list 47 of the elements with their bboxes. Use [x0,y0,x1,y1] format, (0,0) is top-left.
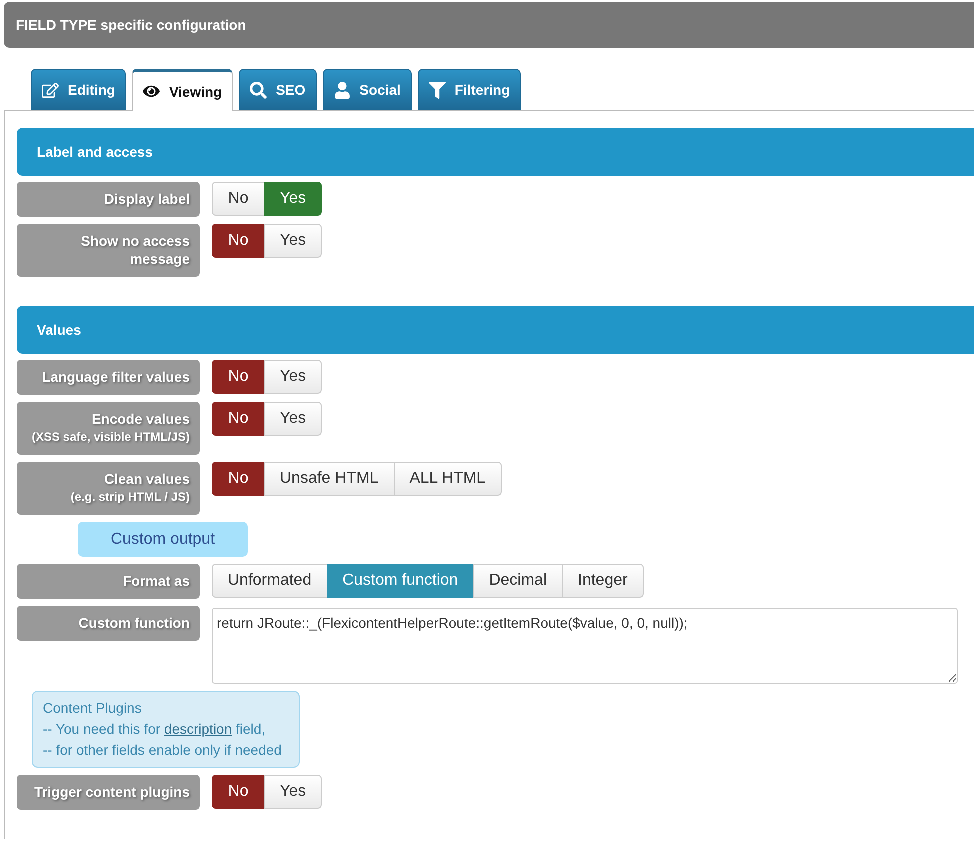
tab[interactable]: Filtering [418,69,522,110]
label-hint: (e.g. strip HTML / JS) [70,489,190,506]
label-text: Trigger content plugins [34,784,190,800]
label-text: Language filter values [42,369,190,385]
info-title: Content Plugins [43,699,143,718]
option-button[interactable]: Yes [264,224,322,258]
option-button[interactable]: Yes [264,182,322,216]
search-icon [250,82,268,98]
option-button[interactable]: Custom function [326,564,474,598]
field-label: Custom function [17,606,200,641]
option-button[interactable]: No [212,775,265,809]
header-title: FIELD TYPE specific configuration [16,17,246,33]
eye-icon [143,83,160,100]
tab[interactable]: Editing [31,69,126,110]
tab[interactable]: Social [322,69,412,110]
info-text: -- You need this for [43,721,162,737]
tab[interactable]: SEO [239,69,317,110]
label-text: Show no access message [81,233,190,267]
option-button[interactable]: Decimal [473,564,563,598]
info-text: field, [235,721,266,737]
tab[interactable]: Viewing [132,69,234,111]
option-button[interactable]: No [212,402,265,436]
option-button[interactable]: Unformated [212,564,328,598]
option-button[interactable]: Yes [264,360,322,394]
label-text: Format as [123,573,190,589]
user-icon [334,82,351,98]
label-text: Clean values [104,471,190,487]
option-button[interactable]: ALL HTML [394,462,502,496]
option-button[interactable]: No [212,462,265,496]
option-button[interactable]: Yes [264,402,322,436]
description-link[interactable]: description [164,721,232,737]
code-field[interactable]: return JRoute::_(FlexicontentHelperRoute::getItemRoute($value, 0, 0, null)); [212,608,958,684]
option-button[interactable]: No [212,182,265,216]
funnel-icon [428,82,446,98]
section-title: Values [37,322,82,338]
section-note: Custom output [78,522,248,557]
option-button[interactable]: Integer [562,564,644,598]
option-button[interactable]: Unsafe HTML [264,462,395,496]
edit-icon [42,82,59,98]
section-title: Label and access [37,144,153,160]
option-button[interactable]: No [212,224,265,258]
option-button[interactable]: Yes [264,775,322,809]
label-text: Encode values [92,411,190,427]
option-button[interactable]: No [212,360,265,394]
label-text: Display label [104,191,190,207]
info-text: -- for other fields enable only if needed [43,741,283,760]
label-hint: (XSS safe, visible HTML/JS) [30,429,190,446]
